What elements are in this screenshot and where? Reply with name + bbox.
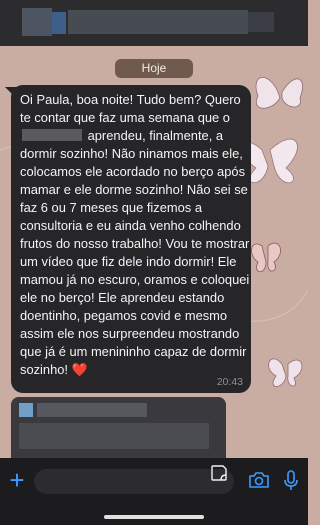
pixelated-area [248,12,274,32]
camera-icon[interactable] [248,471,270,489]
redacted-name [22,129,82,141]
pixelated-contact-name [68,10,248,34]
sticker-icon[interactable] [210,464,228,482]
pixelated-area [19,423,209,449]
message-text: Oi Paula, boa noite! Tudo bem? Quero te … [20,91,250,379]
received-message-bubble[interactable]: Oi Paula, boa noite! Tudo bem? Quero te … [11,85,251,393]
home-indicator [104,515,204,519]
message-timestamp: 20:43 [216,376,243,388]
message-text-part: Oi Paula, boa noite! Tudo bem? Quero te … [20,92,241,125]
pixelated-area [52,12,66,34]
pixelated-area [19,403,33,417]
plus-icon[interactable]: + [4,467,30,494]
mic-icon[interactable] [284,470,298,492]
heart-emoji: ❤️ [71,362,88,377]
date-separator: Hoje [115,59,193,78]
message-text-part: aprendeu, finalmente, a dormir sozinho! … [20,128,250,377]
pixelated-area [37,403,147,417]
pixelated-avatar [22,8,52,36]
chat-header[interactable] [0,0,308,46]
pixelated-message-bubble[interactable] [11,397,226,465]
message-input[interactable] [34,469,234,494]
